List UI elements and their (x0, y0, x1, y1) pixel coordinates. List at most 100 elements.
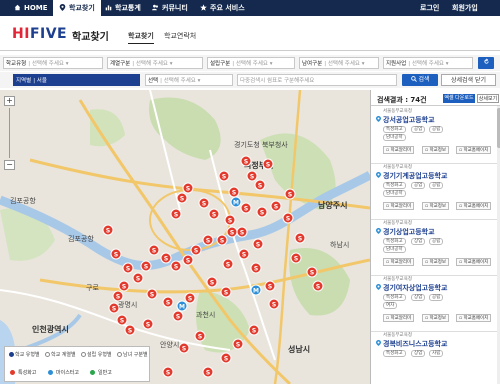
region-type-select[interactable]: 지원사업 | 선택해 주세요 ▾ (383, 57, 473, 69)
school-marker[interactable]: S (198, 197, 210, 209)
school-marker[interactable]: S (282, 212, 294, 224)
school-marker[interactable]: S (294, 232, 306, 244)
zoom-slider-track[interactable] (9, 108, 10, 158)
card-link-button[interactable]: ▫ 학교홈페이지 (456, 314, 492, 322)
legend-option-school-type[interactable]: 학교 유형별 (9, 351, 40, 358)
legend-option-founding-type[interactable]: 설립 유형별 (81, 351, 112, 358)
result-card[interactable]: 서울동부교육청 강서공업고등학교 특성화고 공업 공립 남녀공학 ▫ 학교알리미 ▫ 학교정보… (371, 108, 497, 164)
legend-option-school-field[interactable]: 학교 계열별 (45, 351, 76, 358)
school-marker[interactable]: S (172, 310, 184, 322)
school-marker[interactable]: S (248, 324, 260, 336)
card-link-button[interactable]: ▫ 학교정보 (422, 258, 450, 266)
school-marker[interactable]: S (312, 280, 324, 292)
excel-download-button[interactable]: 엑셀 다운로드 (443, 94, 475, 103)
school-marker[interactable]: M (250, 284, 262, 296)
school-marker[interactable]: S (262, 158, 274, 170)
school-marker[interactable]: S (240, 202, 252, 214)
school-marker[interactable]: S (228, 186, 240, 198)
card-school-name[interactable]: 경기여자상업고등학교 (383, 283, 447, 293)
region-select[interactable]: 지역별 | 서울 (13, 74, 140, 86)
school-marker[interactable]: S (238, 248, 250, 260)
school-marker[interactable]: S (252, 238, 264, 250)
school-marker[interactable]: S (246, 170, 258, 182)
school-marker[interactable]: S (236, 226, 248, 238)
card-school-name[interactable]: 경기상업고등학교 (383, 227, 435, 237)
school-marker[interactable]: S (220, 286, 232, 298)
card-link-button[interactable]: ▫ 학교알리미 (383, 202, 415, 210)
school-marker[interactable]: S (118, 280, 130, 292)
school-marker[interactable]: S (222, 258, 234, 270)
card-link-button[interactable]: ▫ 학교홈페이지 (456, 146, 492, 154)
select-dropdown[interactable]: 선택 | 선택해 주세요 ▾ (145, 74, 233, 86)
nav-community[interactable]: 커뮤니티 (152, 0, 188, 16)
school-marker[interactable]: S (240, 155, 252, 167)
establish-type-select[interactable]: 계열구분 | 선택해 주세요 ▾ (107, 57, 203, 69)
detail-view-button[interactable]: 상세보기 (477, 94, 499, 103)
school-marker[interactable]: S (224, 214, 236, 226)
school-marker[interactable]: S (284, 188, 296, 200)
school-marker[interactable]: S (206, 276, 218, 288)
gender-type-select[interactable]: 남여구분 | 선택해 주세요 ▾ (299, 57, 379, 69)
card-link-button[interactable]: ▫ 학교정보 (422, 202, 450, 210)
school-marker[interactable]: S (102, 224, 114, 236)
hifive-logo[interactable]: HIFIVE (12, 26, 67, 42)
school-marker[interactable]: S (290, 252, 302, 264)
card-link-button[interactable]: ▫ 학교홈페이지 (456, 202, 492, 210)
nav-signup[interactable]: 회원가입 (452, 0, 478, 16)
school-marker[interactable]: S (110, 248, 122, 260)
school-marker[interactable]: S (306, 266, 318, 278)
school-marker[interactable]: S (202, 234, 214, 246)
search-button[interactable]: 검색 (402, 74, 438, 86)
school-marker[interactable]: S (190, 244, 202, 256)
card-school-name[interactable]: 경복비즈니스고등학교 (383, 339, 447, 349)
school-marker[interactable]: S (182, 254, 194, 266)
card-link-button[interactable]: ▫ 학교알리미 (383, 146, 415, 154)
school-marker[interactable]: S (226, 226, 238, 238)
result-card[interactable]: 서울동부교육청 경기기계공업고등학교 특성화고 공업 공립 남녀공학 ▫ 학교알리미 ▫ 학교… (371, 164, 497, 220)
school-marker[interactable]: S (176, 192, 188, 204)
school-marker[interactable]: S (220, 352, 232, 364)
legend-option-gender[interactable]: 남녀 구분별 (117, 351, 148, 358)
school-marker[interactable]: S (264, 280, 276, 292)
school-marker[interactable]: S (162, 366, 174, 378)
school-marker[interactable]: S (250, 262, 262, 274)
card-school-name[interactable]: 경기기계공업고등학교 (383, 171, 447, 181)
school-marker[interactable]: S (140, 260, 152, 272)
nav-login[interactable]: 로그인 (420, 0, 439, 16)
school-marker[interactable]: S (208, 208, 220, 220)
school-marker[interactable]: S (232, 338, 244, 350)
keyword-input[interactable]: 다중검색시 쉼표로 구분해주세요 (237, 74, 397, 86)
school-marker[interactable]: S (146, 288, 158, 300)
school-marker[interactable]: S (184, 292, 196, 304)
nav-school-search[interactable]: 학교찾기 (53, 0, 101, 16)
result-card[interactable]: 서울동부교육청 경기여자상업고등학교 특성화고 상업 공립 여자 ▫ 학교알리미 ▫ 학교정보… (371, 276, 497, 332)
result-card[interactable]: 서울동부교육청 경복비즈니스고등학교 특성화고 상업 사립 (371, 332, 497, 384)
school-marker[interactable]: S (108, 302, 120, 314)
nav-home[interactable]: HOME (14, 0, 48, 16)
card-school-name[interactable]: 강서공업고등학교 (383, 115, 435, 125)
school-marker[interactable]: S (218, 170, 230, 182)
nav-school-stats[interactable]: 학교통계 (105, 0, 141, 16)
card-link-button[interactable]: ▫ 학교정보 (422, 146, 450, 154)
tab-school-contact[interactable]: 학교연락처 (164, 31, 196, 41)
school-marker[interactable]: S (162, 296, 174, 308)
map-view[interactable]: 경기도청 북부청사 의정부시 남양주시 김포공항 김포공항 구로 광명시 인천광… (0, 90, 370, 384)
school-marker[interactable]: S (182, 182, 194, 194)
result-card[interactable]: 서울동부교육청 경기상업고등학교 특성화고 상업 공립 남녀공학 ▫ 학교알리미 ▫ 학교정보… (371, 220, 497, 276)
card-link-button[interactable]: ▫ 학교알리미 (383, 258, 415, 266)
reset-button[interactable] (478, 57, 494, 69)
zoom-in-button[interactable]: + (4, 96, 15, 106)
tab-school-search[interactable]: 학교찾기 (128, 31, 154, 44)
card-link-button[interactable]: ▫ 학교알리미 (383, 314, 415, 322)
nav-main-services[interactable]: 주요 서비스 (200, 0, 245, 16)
school-type-select[interactable]: 학교유형 | 선택해 주세요 ▾ (3, 57, 103, 69)
detail-search-close-button[interactable]: 상세검색 닫기 (441, 74, 496, 86)
school-marker[interactable]: S (170, 208, 182, 220)
school-marker[interactable]: S (256, 206, 268, 218)
school-marker[interactable]: S (178, 342, 190, 354)
school-marker[interactable]: S (142, 318, 154, 330)
school-marker[interactable]: M (176, 300, 188, 312)
school-marker[interactable]: S (268, 298, 280, 310)
school-marker[interactable]: S (132, 272, 144, 284)
zoom-out-button[interactable]: − (4, 160, 15, 170)
